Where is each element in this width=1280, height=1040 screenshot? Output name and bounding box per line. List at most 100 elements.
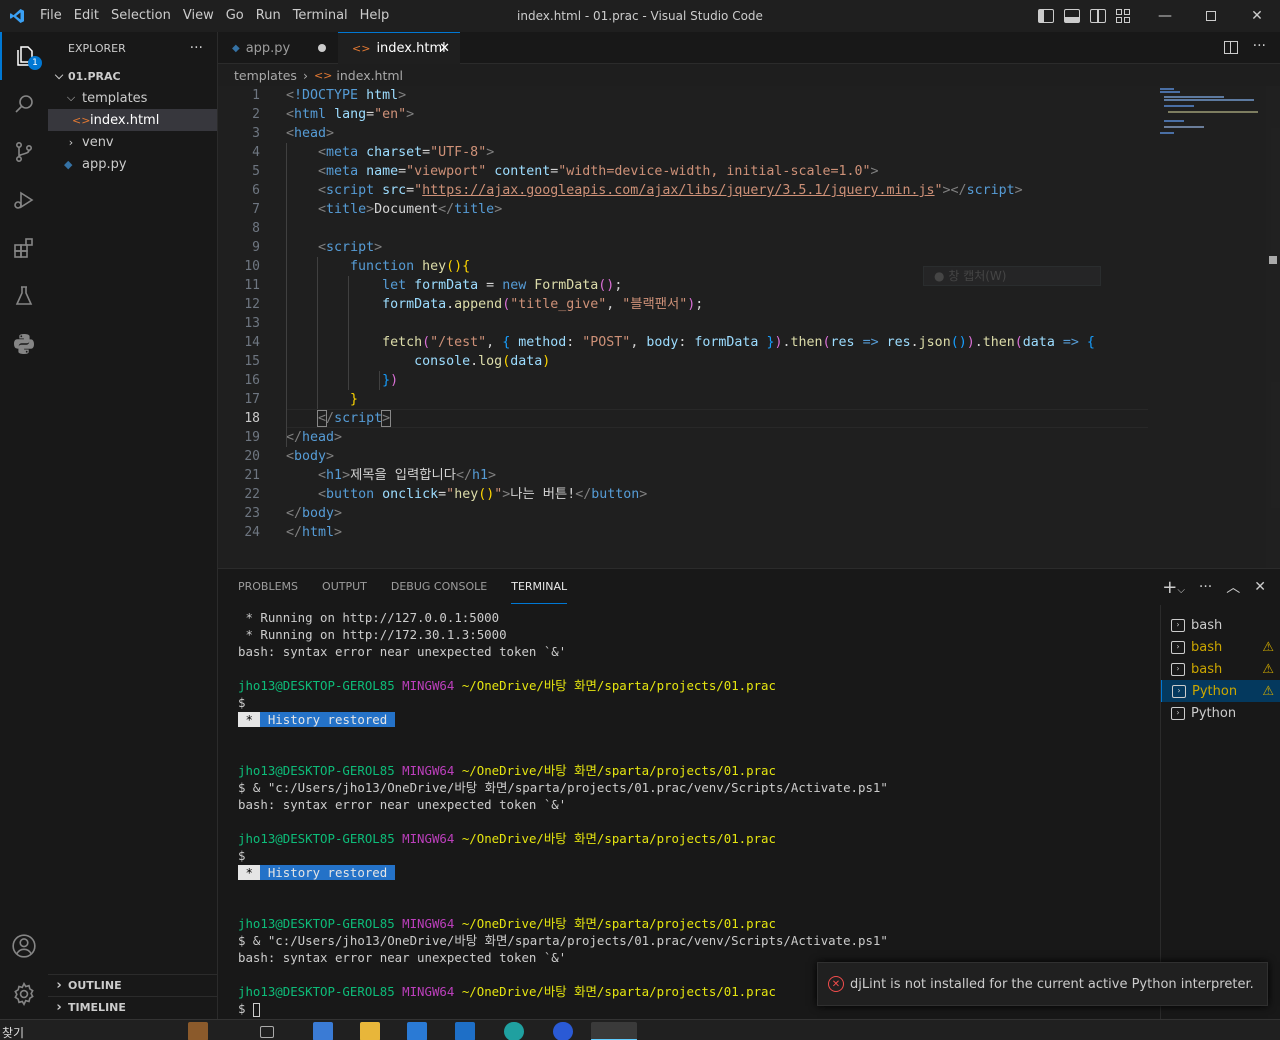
- project-folder[interactable]: ⌵ 01.PRAC: [48, 65, 217, 87]
- terminal-prompt-line: jho13@DESKTOP-GEROL85 MINGW64 ~/OneDrive…: [238, 762, 776, 779]
- tree-item-venv[interactable]: › venv: [48, 131, 217, 153]
- dot-icon: ●: [934, 269, 949, 283]
- customize-layout-icon[interactable]: [1116, 9, 1130, 23]
- new-terminal-icon[interactable]: +⌵: [1162, 577, 1185, 598]
- vscode-taskbar-icon[interactable]: [591, 1022, 637, 1040]
- code-line: }): [382, 373, 399, 388]
- source-control-icon[interactable]: [0, 128, 48, 176]
- code-line: <h1>제목을 입력합니다</h1>: [318, 468, 496, 483]
- code-line: </body>: [286, 506, 343, 521]
- tab-terminal[interactable]: TERMINAL: [511, 570, 568, 604]
- terminal-item-python[interactable]: › Python: [1161, 702, 1280, 724]
- prompt-user: jho13@DESKTOP-GEROL85: [238, 831, 395, 846]
- extensions-icon[interactable]: [0, 224, 48, 272]
- tab-index-html[interactable]: <> index.html ✕: [338, 32, 460, 64]
- code-editor[interactable]: 1 2 3 4 5 6 7 8 9 10 11 12 13 14 15 16 1…: [218, 86, 1280, 568]
- menu-view[interactable]: View: [177, 0, 220, 32]
- indent-guide: [379, 371, 380, 390]
- testing-icon[interactable]: [0, 272, 48, 320]
- explorer-more-actions[interactable]: ···: [190, 40, 203, 56]
- terminal-item-bash[interactable]: › bash ⚠: [1161, 658, 1280, 680]
- tab-problems[interactable]: PROBLEMS: [238, 569, 298, 605]
- menu-help[interactable]: Help: [354, 0, 396, 32]
- menu-edit[interactable]: Edit: [68, 0, 105, 32]
- tab-debug-console[interactable]: DEBUG CONSOLE: [391, 569, 487, 605]
- menu-run[interactable]: Run: [250, 0, 287, 32]
- edge-icon[interactable]: [504, 1022, 524, 1040]
- outline-section[interactable]: › OUTLINE: [48, 974, 217, 996]
- timeline-section[interactable]: › TIMELINE: [48, 996, 217, 1018]
- toggle-primary-sidebar-icon[interactable]: [1038, 9, 1054, 23]
- toggle-panel-icon[interactable]: [1064, 9, 1080, 23]
- close-window-button[interactable]: ✕: [1234, 0, 1280, 32]
- terminal-prompt-line: jho13@DESKTOP-GEROL85 MINGW64 ~/OneDrive…: [238, 983, 776, 1000]
- file-explorer-icon[interactable]: [360, 1022, 380, 1040]
- tree-item-templates[interactable]: ⌵ templates: [48, 87, 217, 109]
- explorer-icon[interactable]: 1: [0, 32, 48, 80]
- prompt-shell: MINGW64: [402, 916, 455, 931]
- toggle-secondary-sidebar-icon[interactable]: [1090, 9, 1106, 23]
- maximize-panel-icon[interactable]: ︿: [1226, 577, 1240, 597]
- tree-item-app-py[interactable]: ◆ app.py: [48, 153, 217, 175]
- chevron-down-icon: ⌵: [66, 91, 76, 104]
- hover-ghost-popup: ● 창 캡처(W): [923, 266, 1101, 286]
- menu-bar: File Edit Selection View Go Run Terminal…: [34, 0, 395, 32]
- menu-terminal[interactable]: Terminal: [287, 0, 354, 32]
- store-icon[interactable]: [407, 1022, 427, 1040]
- html-file-icon: <>: [352, 42, 371, 55]
- line-number: 1: [252, 88, 260, 103]
- code-line: <script>: [318, 240, 383, 255]
- terminal-item-bash[interactable]: › bash: [1161, 614, 1280, 636]
- close-panel-icon[interactable]: ✕: [1254, 579, 1266, 595]
- menu-file[interactable]: File: [34, 0, 68, 32]
- menu-go[interactable]: Go: [220, 0, 250, 32]
- code-line: fetch("/test", { method: "POST", body: f…: [382, 335, 1095, 350]
- terminal-output[interactable]: * Running on http://127.0.0.1:5000 * Run…: [238, 609, 1158, 1020]
- python-icon[interactable]: [0, 320, 48, 368]
- teams-icon[interactable]: [553, 1022, 573, 1040]
- split-editor-icon[interactable]: [1224, 41, 1238, 54]
- code-line: </html>: [286, 525, 343, 540]
- breadcrumb-item-index-html[interactable]: index.html: [336, 68, 403, 83]
- line-number: 24: [244, 525, 260, 540]
- history-text: History restored: [260, 712, 395, 727]
- minimap[interactable]: [1156, 86, 1266, 146]
- code-line: <title>Document</title>: [318, 202, 503, 217]
- maximize-button[interactable]: [1188, 0, 1234, 32]
- tab-app-py[interactable]: ◆ app.py: [218, 32, 338, 64]
- error-notification[interactable]: ✕ djLint is not installed for the curren…: [817, 962, 1268, 1006]
- line-number: 5: [252, 164, 260, 179]
- terminal-input-line[interactable]: $: [238, 1000, 260, 1017]
- editor-scrollbar[interactable]: [1266, 86, 1280, 568]
- minimize-button[interactable]: —: [1142, 0, 1188, 32]
- close-tab-icon[interactable]: ✕: [439, 41, 450, 56]
- terminal-icon: ›: [1171, 706, 1185, 720]
- breadcrumb-item-templates[interactable]: templates: [234, 68, 297, 83]
- panel-more-actions-icon[interactable]: ···: [1199, 579, 1212, 595]
- menu-selection[interactable]: Selection: [105, 0, 177, 32]
- terminal-item-bash[interactable]: › bash ⚠: [1161, 636, 1280, 658]
- task-view-icon[interactable]: [260, 1026, 274, 1038]
- terminal-icon: ›: [1172, 684, 1186, 698]
- editor-more-actions-icon[interactable]: ···: [1253, 38, 1266, 54]
- settings-gear-icon[interactable]: [0, 970, 48, 1018]
- search-icon[interactable]: [0, 80, 48, 128]
- code-line: <script src="https://ajax.googleapis.com…: [318, 183, 1023, 198]
- html-file-icon: <>: [313, 68, 333, 82]
- run-debug-icon[interactable]: [0, 176, 48, 224]
- terminal-list: › bash › bash ⚠ › bash ⚠ › Python ⚠ › Python: [1160, 605, 1280, 1020]
- code-line: <head>: [286, 126, 335, 141]
- line-number: 3: [252, 126, 260, 141]
- mail-icon[interactable]: [455, 1022, 475, 1040]
- account-icon[interactable]: [0, 922, 48, 970]
- tab-output[interactable]: OUTPUT: [322, 569, 367, 605]
- terminal-icon: ›: [1171, 640, 1185, 654]
- modified-dot-icon[interactable]: [318, 44, 326, 52]
- tree-item-label: venv: [82, 134, 114, 150]
- terminal-item-python[interactable]: › Python ⚠: [1161, 680, 1280, 702]
- code-line: <html lang="en">: [286, 107, 415, 122]
- taskbar-app-icon[interactable]: [313, 1022, 333, 1040]
- tree-item-index-html[interactable]: <> index.html: [48, 109, 217, 131]
- prompt-path: ~/OneDrive/바탕 화면/sparta/projects/01.prac: [461, 916, 776, 931]
- taskbar-search-label[interactable]: 찾기: [2, 1024, 24, 1040]
